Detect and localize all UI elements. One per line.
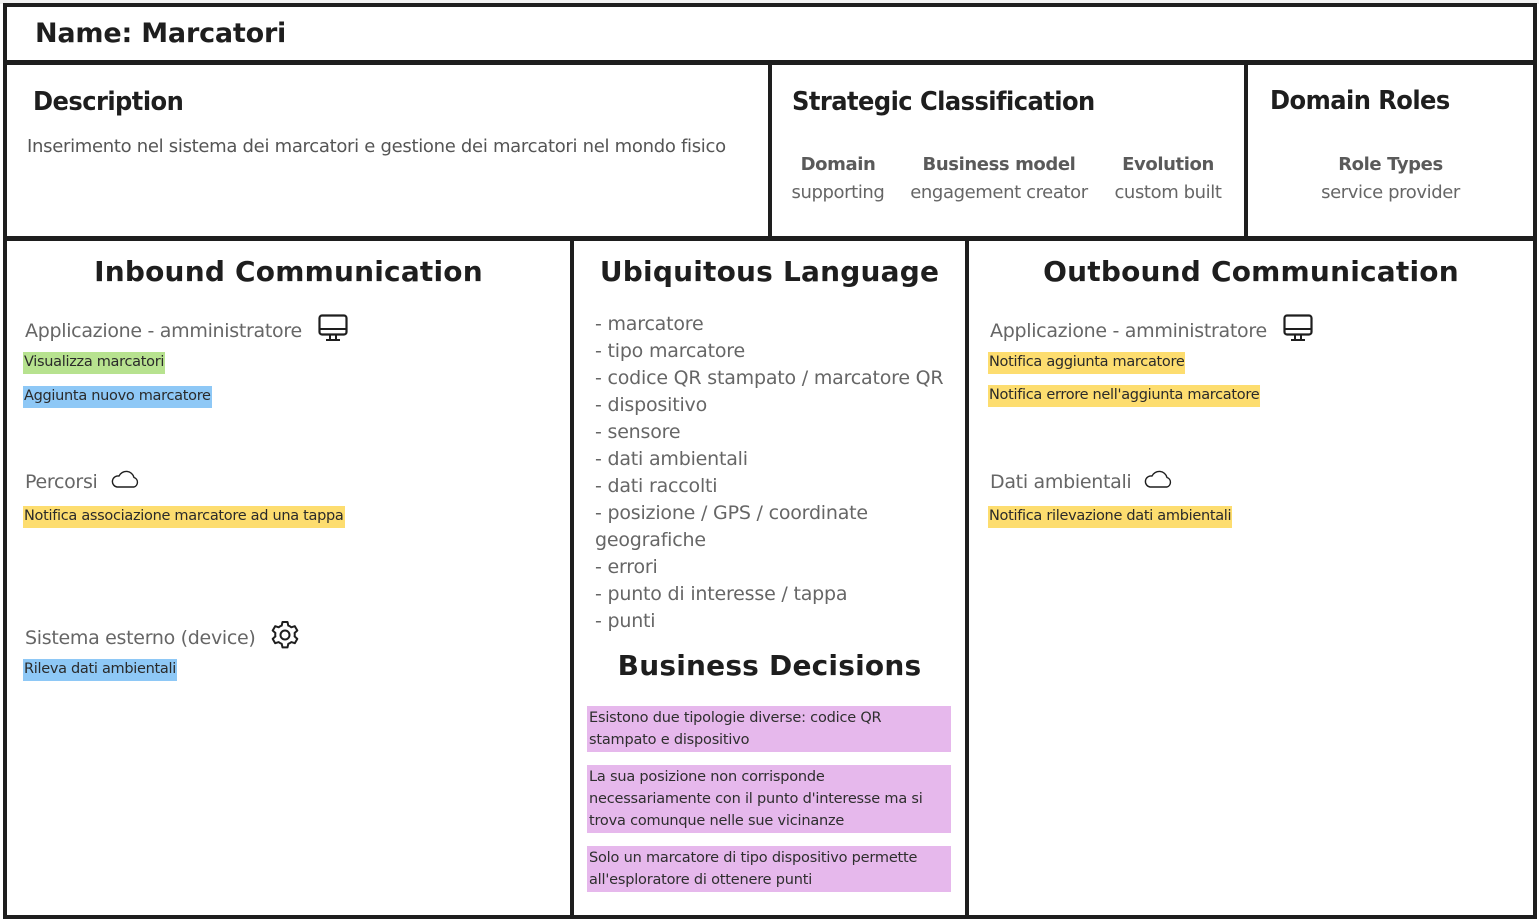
term-item: - marcatore (595, 313, 704, 335)
inbound-group-external-device: Sistema esterno (device) (25, 619, 301, 656)
name-section: Name: Marcatori (3, 3, 1537, 64)
inbound-title: Inbound Communication (94, 255, 483, 288)
gear-icon (269, 619, 301, 656)
term-item: - tipo marcatore (595, 340, 745, 362)
outbound-event-sticky[interactable]: Notifica aggiunta marcatore (988, 352, 1186, 374)
inbound-event-sticky[interactable]: Notifica associazione marcatore ad una t… (23, 506, 345, 528)
term-item: - sensore (595, 421, 681, 443)
outbound-group-environment-data: Dati ambientali (990, 469, 1173, 494)
description-title: Description (33, 87, 184, 117)
strategic-classification-section: Strategic Classification Domain supporti… (768, 61, 1248, 240)
group-name: Applicazione - amministratore (25, 319, 302, 342)
business-decisions-title: Business Decisions (617, 649, 922, 682)
group-name: Dati ambientali (990, 470, 1132, 493)
classification-evolution: Evolution custom built (1104, 151, 1232, 207)
group-name: Applicazione - amministratore (990, 319, 1267, 342)
group-name: Percorsi (25, 470, 98, 493)
term-item: - dispositivo (595, 394, 707, 416)
ubiquitous-language-section: Ubiquitous Language - marcatore - tipo m… (570, 237, 969, 919)
term-item: - codice QR stampato / marcatore QR (595, 367, 944, 389)
classification-value: custom built (1114, 182, 1222, 203)
classification-label: Domain (800, 154, 876, 175)
group-name: Sistema esterno (device) (25, 626, 256, 649)
outbound-group-admin-app: Applicazione - amministratore (990, 314, 1313, 347)
inbound-group-admin-app: Applicazione - amministratore (25, 314, 348, 347)
outbound-event-sticky[interactable]: Notifica errore nell'aggiunta marcatore (988, 385, 1261, 407)
domain-roles-section: Domain Roles Role Types service provider (1244, 61, 1537, 240)
outbound-title: Outbound Communication (1043, 255, 1459, 288)
inbound-command-sticky[interactable]: Rileva dati ambientali (23, 659, 177, 681)
business-decision-note[interactable]: Solo un marcatore di tipo dispositivo pe… (587, 846, 951, 892)
monitor-icon (1283, 314, 1313, 347)
ubiquitous-language-title: Ubiquitous Language (599, 255, 940, 288)
classification-value: supporting (791, 182, 885, 203)
classification-label: Business model (922, 154, 1076, 175)
classification-label: Evolution (1122, 154, 1214, 175)
role-types-label: Role Types (1338, 154, 1443, 175)
term-item: - punti (595, 610, 656, 632)
inbound-query-sticky[interactable]: Visualizza marcatori (23, 352, 166, 374)
term-item: - posizione / GPS / coordinate geografic… (595, 502, 868, 551)
classification-domain: Domain supporting (782, 151, 894, 207)
business-decision-note[interactable]: Esistono due tipologie diverse: codice Q… (587, 706, 951, 752)
inbound-communication-section: Inbound Communication Applicazione - amm… (3, 237, 574, 919)
classification-value: engagement creator (910, 182, 1088, 203)
term-item: - dati ambientali (595, 448, 748, 470)
term-item: - punto di interesse / tappa (595, 583, 848, 605)
inbound-group-percorsi: Percorsi (25, 469, 140, 494)
domain-roles-title: Domain Roles (1270, 86, 1450, 116)
outbound-event-sticky[interactable]: Notifica rilevazione dati ambientali (988, 506, 1233, 528)
description-text: Inserimento nel sistema dei marcatori e … (27, 136, 726, 157)
strategic-classification-title: Strategic Classification (792, 87, 1095, 117)
monitor-icon (318, 314, 348, 347)
outbound-communication-section: Outbound Communication Applicazione - am… (965, 237, 1537, 919)
business-decision-note[interactable]: La sua posizione non corrisponde necessa… (587, 765, 951, 833)
cloud-icon (110, 469, 140, 494)
cloud-icon (1143, 469, 1173, 494)
context-name: Name: Marcatori (35, 18, 287, 49)
term-item: - dati raccolti (595, 475, 718, 497)
inbound-command-sticky[interactable]: Aggiunta nuovo marcatore (23, 386, 212, 408)
role-types-value: service provider (1321, 182, 1460, 203)
ubiquitous-language-list: - marcatore - tipo marcatore - codice QR… (595, 311, 965, 635)
term-item: - errori (595, 556, 658, 578)
classification-business-model: Business model engagement creator (900, 151, 1098, 207)
description-section: Description Inserimento nel sistema dei … (3, 61, 772, 240)
role-types: Role Types service provider (1248, 151, 1533, 207)
